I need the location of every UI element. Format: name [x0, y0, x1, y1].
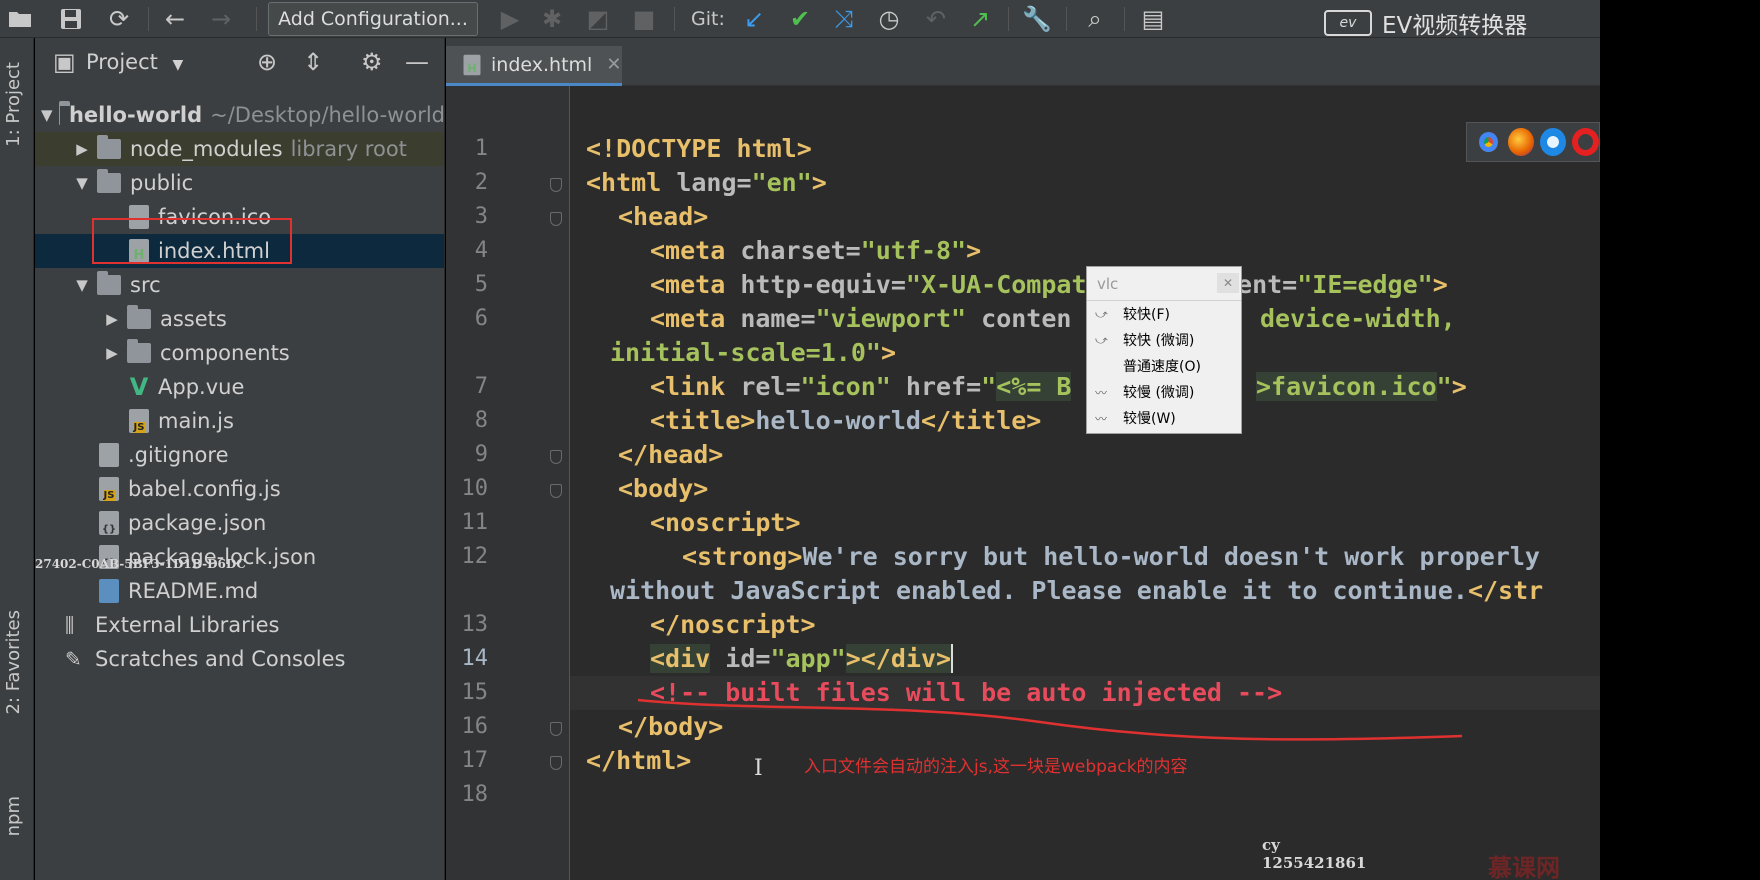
uploader-number: 1255421861: [1262, 854, 1367, 872]
text-cursor-icon: I: [754, 756, 763, 781]
annotation-underline: [637, 698, 1463, 741]
uploader-watermark: cy 1255421861: [1262, 836, 1366, 872]
uploader-name: cy: [1262, 836, 1280, 854]
annotation-note: 入口文件会自动的注入js,这一块是webpack的内容: [804, 757, 1188, 777]
site-watermark: 慕课网: [1488, 854, 1560, 880]
